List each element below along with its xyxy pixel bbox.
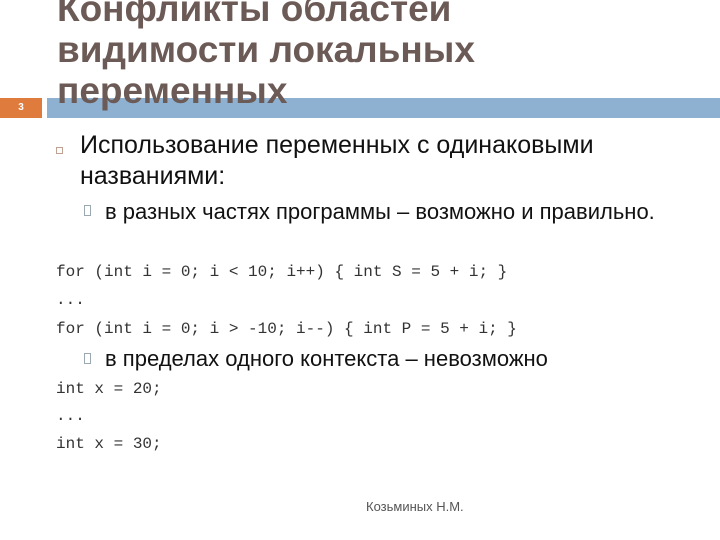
slide-number: 3 (0, 98, 42, 118)
code-line: int x = 30; (56, 435, 162, 453)
bullet-main-text: Использование переменных с одинаковыми н… (80, 131, 594, 190)
code-line: for (int i = 0; i > -10; i--) { int P = … (56, 320, 517, 338)
sub-bullet-text-1: в разных частях программы – возможно и п… (105, 199, 655, 224)
square-bullet-icon (56, 147, 63, 154)
sub-bullet-icon (84, 353, 91, 364)
sub-bullet-icon (84, 205, 91, 216)
title-line: переменных (57, 70, 288, 111)
sub-bullet-text-2: в пределах одного контекста – невозможно (105, 346, 548, 371)
slide-title: Конфликты областей видимости локальных п… (57, 0, 657, 111)
code-line: int x = 20; (56, 380, 162, 398)
title-line: Конфликты областей (57, 0, 452, 29)
code-line: for (int i = 0; i < 10; i++) { int S = 5… (56, 263, 508, 281)
code-line: ... (56, 291, 85, 309)
title-line: видимости локальных (57, 29, 475, 70)
code-line: ... (56, 407, 85, 425)
footer-author: Козьминых Н.М. (366, 499, 464, 514)
